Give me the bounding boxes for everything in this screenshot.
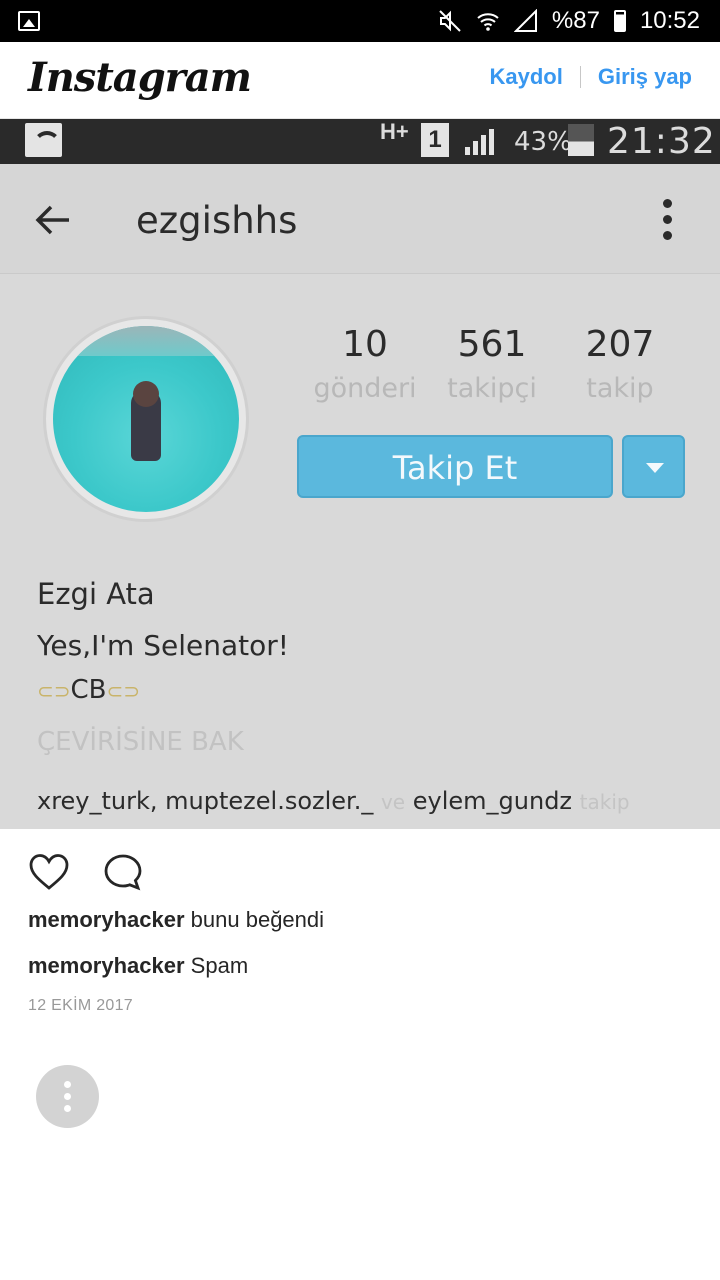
stat-posts: 10 gönderi xyxy=(300,324,430,404)
halo-icon: ⊂⊃ xyxy=(37,679,71,703)
battery-icon xyxy=(613,10,626,32)
bio-cb-text: CB xyxy=(70,675,107,705)
stat-value: 561 xyxy=(457,324,527,365)
likes-line: memoryhacker bunu beğendi xyxy=(28,907,324,933)
battery-percent: %87 xyxy=(551,7,600,34)
comment-line: memoryhacker Spam xyxy=(28,953,248,979)
stat-label: gönderi xyxy=(313,373,417,404)
followed-by-suffix: takip xyxy=(579,790,630,814)
gallery-icon xyxy=(18,11,40,31)
post-actions xyxy=(28,852,144,892)
sim-indicator: 1 xyxy=(421,123,449,157)
stat-value: 207 xyxy=(585,324,655,365)
followed-by: xrey_turk, muptezel.sozler._ ve eylem_gu… xyxy=(37,787,630,815)
clock: 10:52 xyxy=(639,7,700,34)
post-date: 12 EKİM 2017 xyxy=(28,997,133,1014)
login-link[interactable]: Giriş yap xyxy=(598,64,692,90)
bio-text: Yes,I'm Selenator! xyxy=(37,629,289,662)
profile-toolbar: ezgishhs xyxy=(0,164,720,274)
back-arrow-icon xyxy=(35,205,69,235)
status-bar: %87 10:52 xyxy=(0,0,720,42)
avatar xyxy=(43,316,249,522)
battery-percent: 43% xyxy=(514,127,572,157)
comment-username[interactable]: memoryhacker xyxy=(28,953,185,978)
divider xyxy=(579,66,581,88)
post-image[interactable]: H+ 1 43% 21:32 ezgishhs 10 gönderi 561 t… xyxy=(0,119,720,829)
wifi-icon xyxy=(477,13,499,31)
bio-cb-line: ⊂⊃CB⊂⊃ xyxy=(37,675,140,705)
halo-icon: ⊂⊃ xyxy=(106,679,141,703)
stat-followers: 561 takipçi xyxy=(427,324,557,404)
signal-icon xyxy=(513,9,537,32)
stat-label: takipçi xyxy=(447,373,537,404)
followed-by-last: eylem_gundz xyxy=(412,787,573,815)
profile-full-name: Ezgi Ata xyxy=(37,577,155,611)
heart-icon[interactable] xyxy=(28,852,70,892)
profile-username: ezgishhs xyxy=(136,199,298,242)
follow-button: Takip Et xyxy=(297,435,613,498)
wifi-icon xyxy=(25,123,62,157)
stat-value: 10 xyxy=(342,324,388,365)
followed-by-conj: ve xyxy=(380,790,406,814)
stat-following: 207 takip xyxy=(555,324,685,404)
inner-status-bar: H+ 1 43% 21:32 xyxy=(0,119,720,164)
more-options-button[interactable] xyxy=(36,1065,99,1128)
likes-text: bunu beğendi xyxy=(190,907,325,932)
signup-link[interactable]: Kaydol xyxy=(489,64,562,90)
comment-text: Spam xyxy=(190,953,249,978)
see-translation: ÇEVİRİSİNE BAK xyxy=(37,727,244,757)
network-type: H+ xyxy=(380,119,409,144)
signal-icon xyxy=(465,125,501,155)
battery-icon xyxy=(568,124,594,156)
chevron-down-icon xyxy=(622,435,685,498)
clock: 21:32 xyxy=(607,121,716,162)
auth-links: Kaydol Giriş yap xyxy=(489,64,692,90)
instagram-logo[interactable]: Instagram xyxy=(28,54,252,101)
liker-username[interactable]: memoryhacker xyxy=(28,907,185,932)
stat-label: takip xyxy=(586,373,654,404)
more-options-icon xyxy=(660,199,674,243)
followed-by-users: xrey_turk, muptezel.sozler._ xyxy=(37,787,374,815)
mute-icon xyxy=(439,10,461,32)
comment-icon[interactable] xyxy=(102,852,144,892)
instagram-header: Instagram Kaydol Giriş yap xyxy=(0,42,720,119)
